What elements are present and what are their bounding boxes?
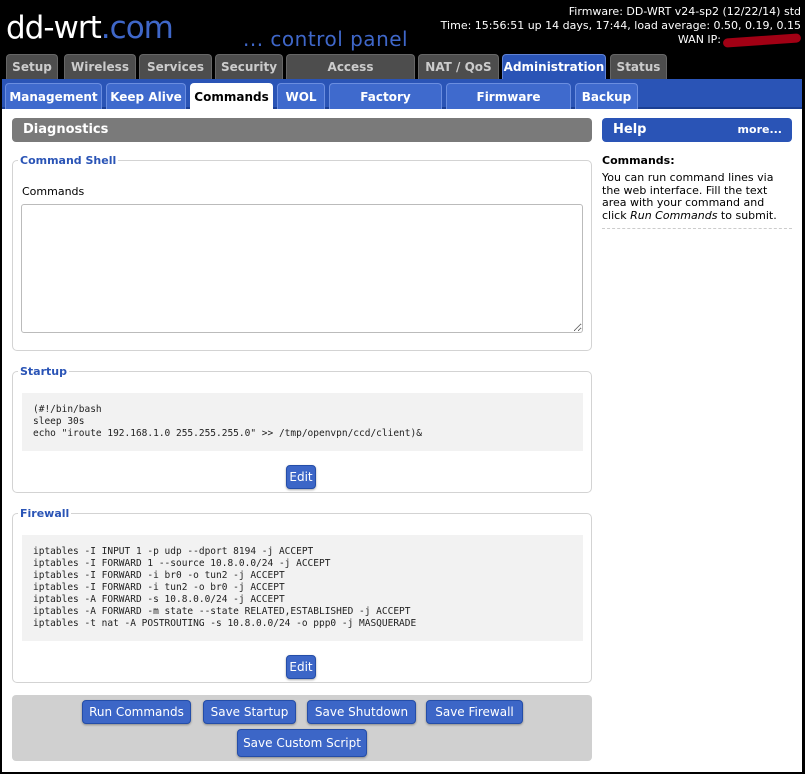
edit-firewall-button[interactable]: Edit [286, 655, 316, 679]
help-header: Help more... [602, 118, 792, 142]
run-commands-button[interactable]: Run Commands [82, 700, 191, 724]
action-button-bar: Run Commands Save Startup Save Shutdown … [12, 695, 592, 761]
tab-access-restrictions[interactable]: Access Restrictions [286, 54, 415, 99]
startup-section: Startup (#!/bin/bash sleep 30s echo "iro… [12, 365, 592, 493]
uptime-text: Time: 15:56:51 up 14 days, 17:44, load a… [440, 19, 801, 32]
subtab-keep-alive[interactable]: Keep Alive [106, 83, 186, 109]
ddwrt-logo: dd-wrt.com [6, 10, 174, 46]
subtab-commands[interactable]: Commands [190, 83, 273, 109]
firmware-text: Firmware: DD-WRT v24-sp2 (12/22/14) std [568, 5, 801, 18]
diagnostics-title: Diagnostics [12, 118, 592, 142]
status-info: Firmware: DD-WRT v24-sp2 (12/22/14) std … [440, 5, 802, 48]
tab-wireless[interactable]: Wireless [64, 54, 136, 79]
wan-ip-row: WAN IP: [441, 32, 802, 48]
content-area: Diagnostics Command Shell Commands Start… [2, 109, 802, 772]
commands-textarea[interactable] [21, 204, 583, 333]
help-text: You can run command lines via the web in… [602, 171, 777, 222]
firewall-section: Firewall iptables -I INPUT 1 -p udp --dp… [12, 507, 592, 683]
command-shell-legend: Command Shell [20, 154, 117, 167]
firewall-script: iptables -I INPUT 1 -p udp --dport 8194 … [22, 535, 583, 641]
tab-nat-qos[interactable]: NAT / QoS [418, 54, 499, 79]
subtab-management[interactable]: Management [5, 83, 102, 109]
tab-status[interactable]: Status [610, 54, 667, 79]
save-custom-script-button[interactable]: Save Custom Script [237, 729, 367, 757]
commands-label: Commands [22, 185, 85, 198]
diagnostics-panel: Diagnostics [12, 118, 592, 142]
command-shell-section: Command Shell Commands [12, 154, 592, 351]
firewall-legend: Firewall [20, 507, 70, 520]
help-more-link[interactable]: more... [738, 118, 782, 142]
help-subtitle: Commands: [602, 154, 675, 167]
control-panel-subtitle: ... control panel [243, 27, 409, 51]
wan-ip-label: WAN IP: [677, 33, 721, 46]
help-divider [602, 228, 792, 229]
tab-services[interactable]: Services [139, 54, 212, 79]
save-firewall-button[interactable]: Save Firewall [426, 700, 523, 724]
page-frame: dd-wrt.com ... control panel Firmware: D… [0, 0, 805, 774]
subtab-factory-defaults[interactable]: Factory Defaults [329, 83, 442, 130]
save-shutdown-button[interactable]: Save Shutdown [307, 700, 416, 724]
header: dd-wrt.com ... control panel Firmware: D… [2, 2, 803, 54]
save-startup-button[interactable]: Save Startup [203, 700, 296, 724]
tab-setup[interactable]: Setup [6, 54, 58, 79]
subtab-wol[interactable]: WOL [277, 83, 325, 109]
sub-nav: Management Keep Alive Commands WOL Facto… [2, 79, 802, 130]
startup-legend: Startup [20, 365, 67, 378]
startup-script: (#!/bin/bash sleep 30s echo "iroute 192.… [22, 393, 583, 451]
edit-startup-button[interactable]: Edit [286, 465, 316, 489]
help-title: Help [613, 122, 647, 137]
subtab-backup[interactable]: Backup [575, 83, 638, 109]
tab-security[interactable]: Security [215, 54, 283, 79]
help-panel: Help more... Commands: You can run comma… [602, 118, 792, 229]
wan-ip-redaction [722, 32, 802, 48]
tab-administration[interactable]: Administration [502, 54, 606, 81]
subtab-firmware-upgrade[interactable]: Firmware Upgrade [446, 83, 571, 130]
